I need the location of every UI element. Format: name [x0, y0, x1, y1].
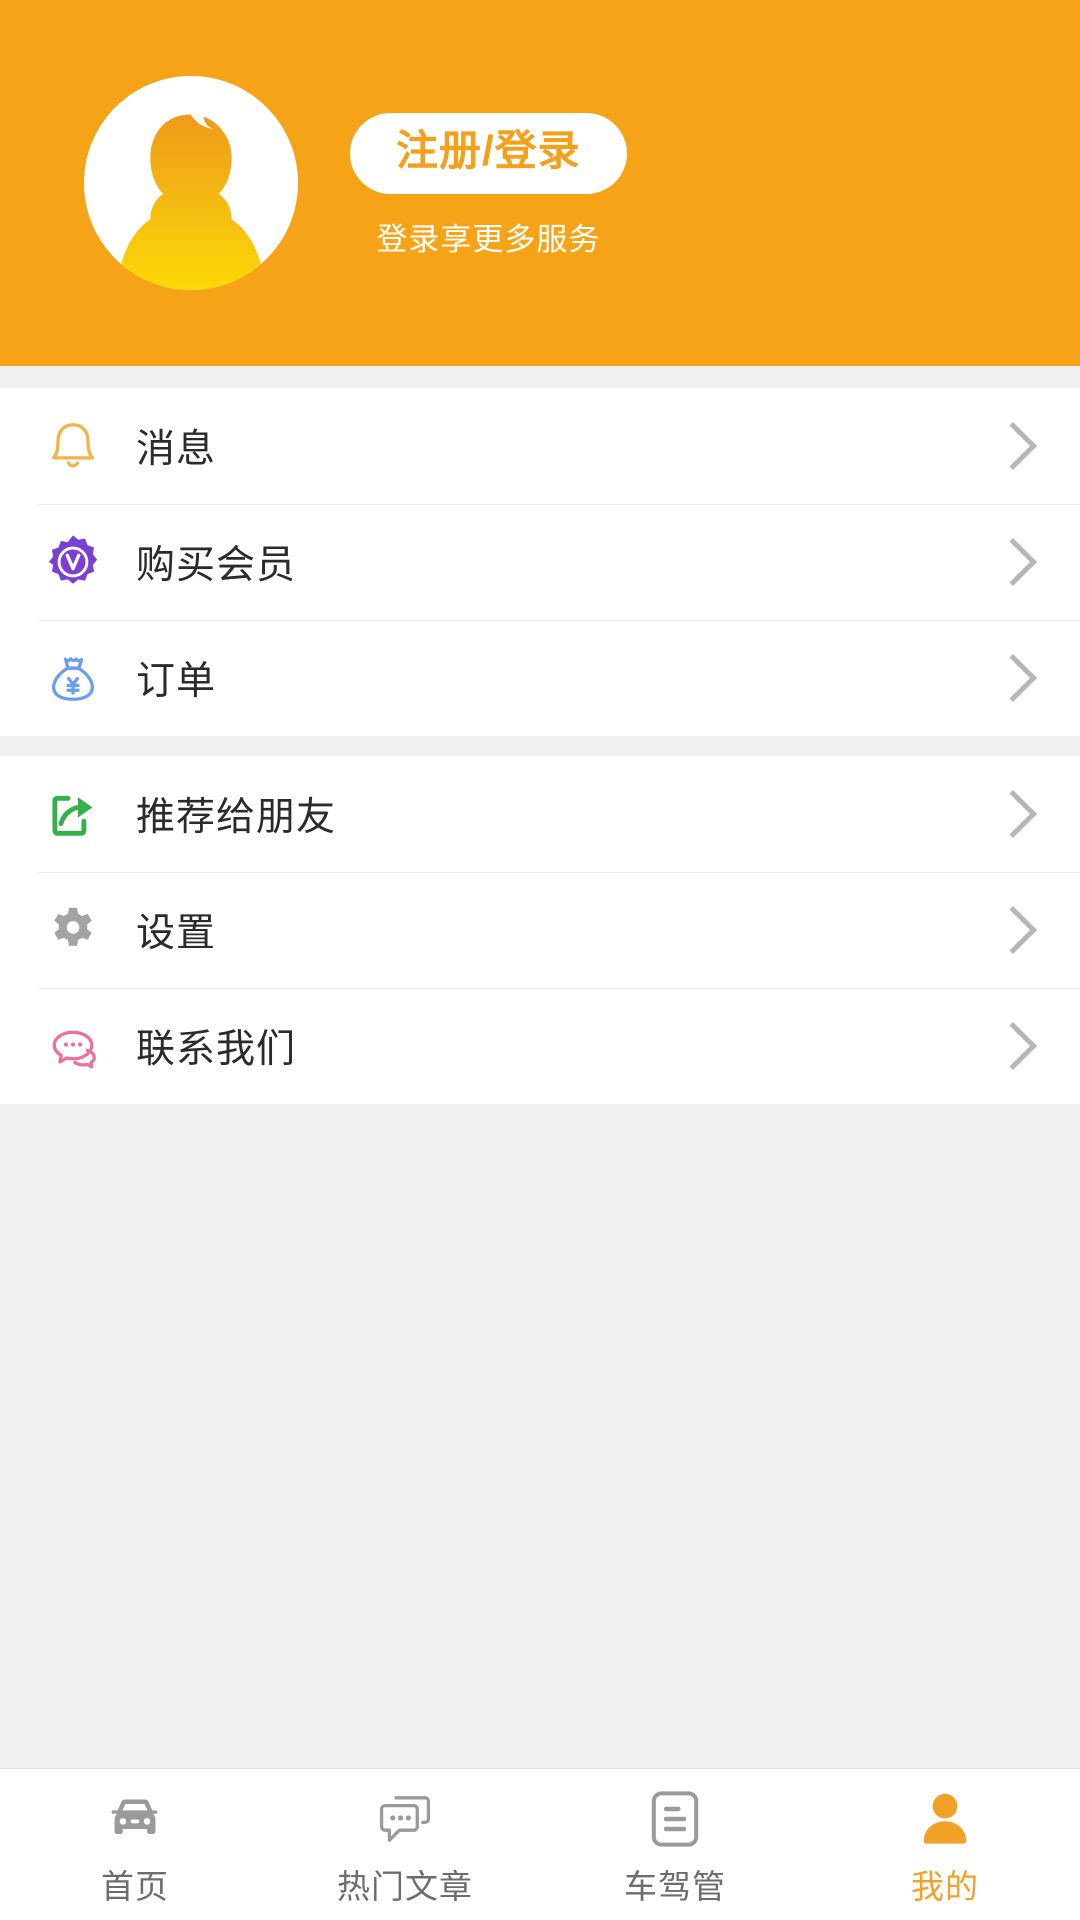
menu-item-label: 购买会员	[136, 544, 297, 587]
tab-label: 车驾管	[624, 1867, 726, 1905]
menu-item-orders[interactable]: 订单	[0, 620, 1080, 736]
vip-badge-icon	[38, 527, 108, 597]
money-bag-icon	[38, 643, 108, 713]
car-icon	[104, 1788, 166, 1850]
menu-item-buy-membership[interactable]: 购买会员	[0, 504, 1080, 620]
tab-vehicle-license[interactable]: 车驾管	[540, 1769, 810, 1920]
menu-item-label: 联系我们	[136, 1028, 297, 1071]
chevron-right-icon	[988, 537, 1038, 587]
menu-item-label: 订单	[136, 660, 217, 703]
menu-item-recommend-to-friends[interactable]: 推荐给朋友	[0, 756, 1080, 872]
register-login-button[interactable]: 注册/登录	[350, 113, 627, 194]
chevron-right-icon	[988, 1021, 1038, 1071]
menu-item-contact-us[interactable]: 联系我们	[0, 988, 1080, 1104]
menu-group-account: 消息 购买会员 订单	[0, 388, 1080, 736]
document-icon	[650, 1788, 700, 1850]
person-icon	[919, 1788, 971, 1850]
tab-label: 热门文章	[337, 1867, 473, 1905]
user-avatar-placeholder-icon	[84, 76, 298, 290]
tab-home[interactable]: 首页	[0, 1769, 270, 1920]
chevron-right-icon	[988, 905, 1038, 955]
menu-item-messages[interactable]: 消息	[0, 388, 1080, 504]
tab-label: 我的	[911, 1867, 979, 1905]
group-spacer-middle	[0, 736, 1080, 756]
chat-bubbles-icon	[38, 1011, 108, 1081]
bottom-tab-bar: 首页 热门文章 车驾管 我的	[0, 1768, 1080, 1920]
login-subtitle: 登录享更多服务	[376, 221, 601, 257]
menu-item-label: 推荐给朋友	[136, 796, 337, 839]
chevron-right-icon	[988, 653, 1038, 703]
menu-item-label: 设置	[136, 912, 217, 955]
chat-bubbles-icon	[376, 1788, 434, 1850]
chevron-right-icon	[988, 421, 1038, 471]
group-spacer-top	[0, 366, 1080, 388]
mine-page: 注册/登录 登录享更多服务 消息 购买会员 订单 推荐给朋友 设置 联系我们 首…	[0, 0, 1080, 1920]
avatar[interactable]	[84, 76, 298, 290]
header-login-area: 注册/登录 登录享更多服务	[350, 113, 627, 258]
tab-label: 首页	[101, 1867, 169, 1905]
empty-content-area	[0, 1104, 1080, 1768]
profile-header: 注册/登录 登录享更多服务	[0, 0, 1080, 366]
gear-icon	[38, 895, 108, 965]
share-icon	[38, 779, 108, 849]
tab-hot-articles[interactable]: 热门文章	[270, 1769, 540, 1920]
menu-item-settings[interactable]: 设置	[0, 872, 1080, 988]
menu-item-label: 消息	[136, 428, 217, 471]
bell-icon	[38, 411, 108, 481]
menu-group-general: 推荐给朋友 设置 联系我们	[0, 756, 1080, 1104]
chevron-right-icon	[988, 789, 1038, 839]
tab-mine[interactable]: 我的	[810, 1769, 1080, 1920]
